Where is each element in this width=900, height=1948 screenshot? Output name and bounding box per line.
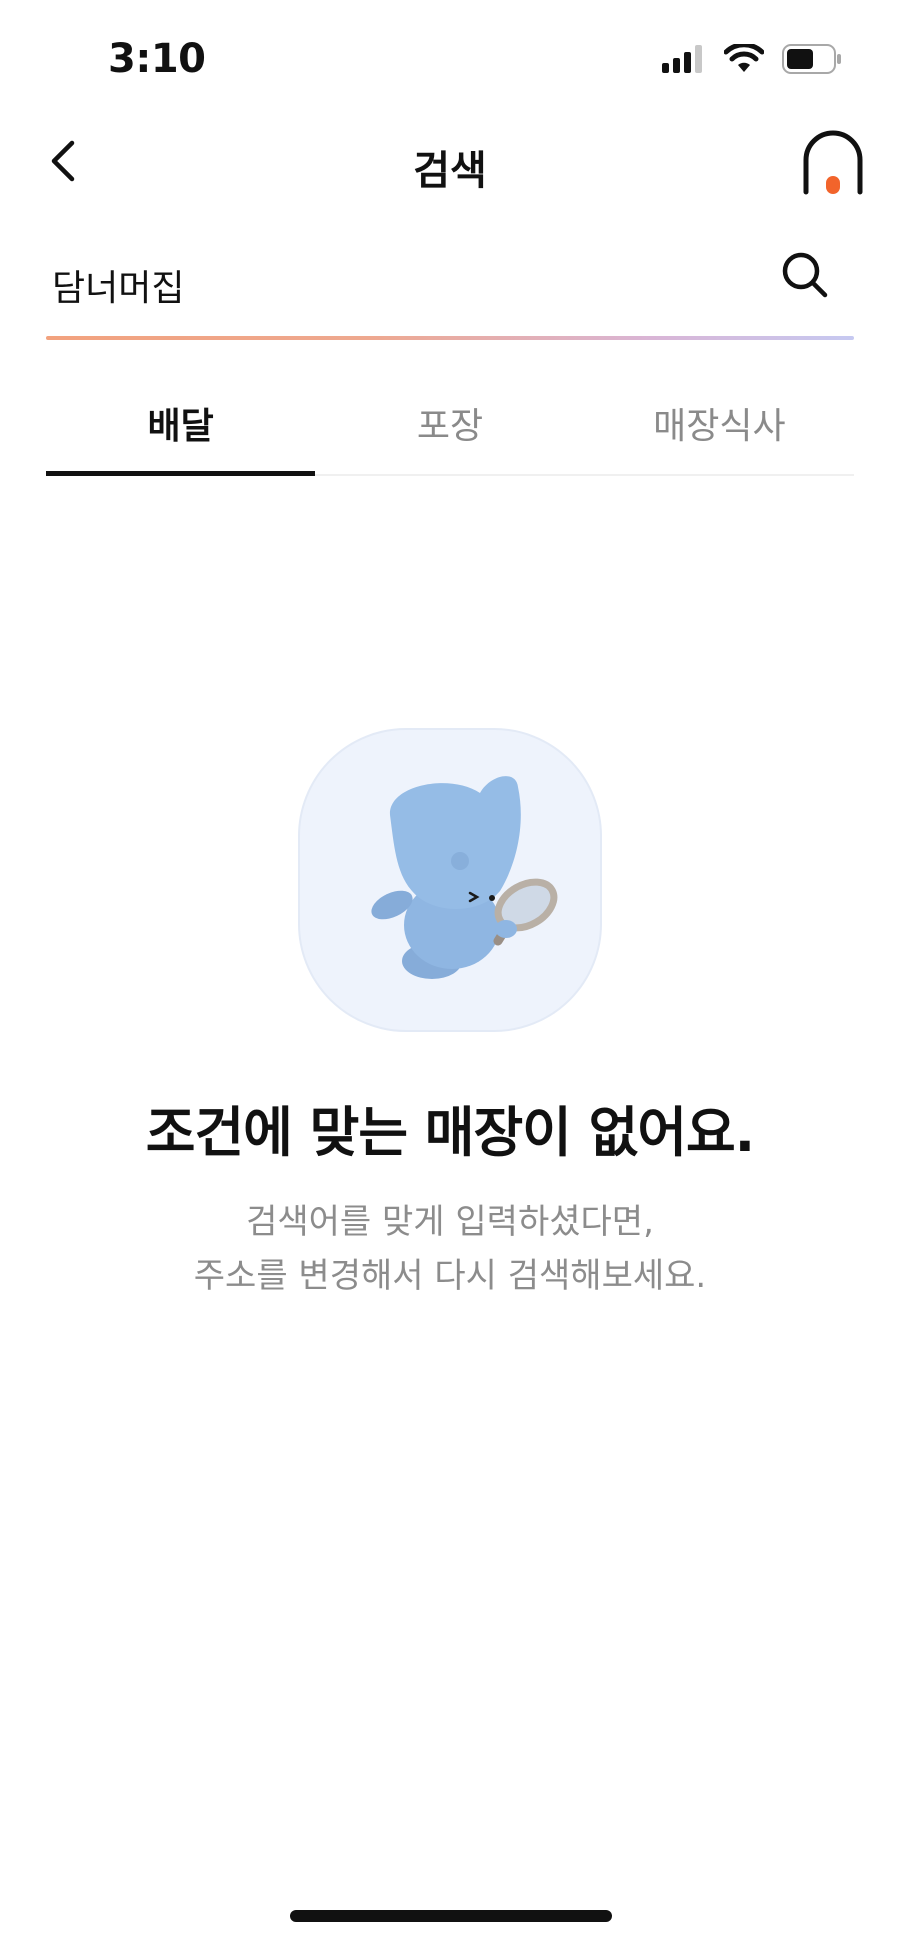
tab-dine-in[interactable]: 매장식사	[585, 372, 854, 474]
empty-state-desc-line2: 주소를 변경해서 다시 검색해보세요.	[193, 1256, 707, 1296]
status-bar: 3:10	[0, 0, 900, 110]
empty-state-desc-line1: 검색어를 맞게 입력하셨다면,	[246, 1202, 654, 1242]
home-icon	[802, 130, 864, 200]
search-input[interactable]	[46, 250, 746, 320]
empty-state-title: 조건에 맞는 매장이 없어요.	[145, 1101, 755, 1164]
page-title: 검색	[413, 148, 487, 194]
empty-state: 조건에 맞는 매장이 없어요. 검색어를 맞게 입력하셨다면, 주소를 변경해서…	[0, 728, 900, 1303]
search-bar	[46, 232, 854, 340]
search-button[interactable]	[774, 246, 836, 308]
tab-takeout[interactable]: 포장	[315, 372, 584, 474]
home-indicator[interactable]	[290, 1910, 612, 1922]
tab-delivery[interactable]: 배달	[46, 372, 316, 476]
status-icons	[662, 42, 842, 78]
battery-icon	[782, 44, 842, 78]
empty-state-description: 검색어를 맞게 입력하셨다면, 주소를 변경해서 다시 검색해보세요.	[0, 1195, 900, 1303]
mascot-with-magnifier-illustration	[298, 728, 602, 1032]
order-type-tabs: 배달 포장 매장식사	[46, 372, 854, 476]
header: 검색	[0, 118, 900, 208]
search-icon	[781, 251, 829, 303]
status-time: 3:10	[108, 36, 206, 82]
home-button[interactable]	[802, 130, 864, 196]
signal-icon	[662, 45, 706, 77]
wifi-icon	[723, 42, 765, 78]
search-underline	[46, 336, 854, 340]
